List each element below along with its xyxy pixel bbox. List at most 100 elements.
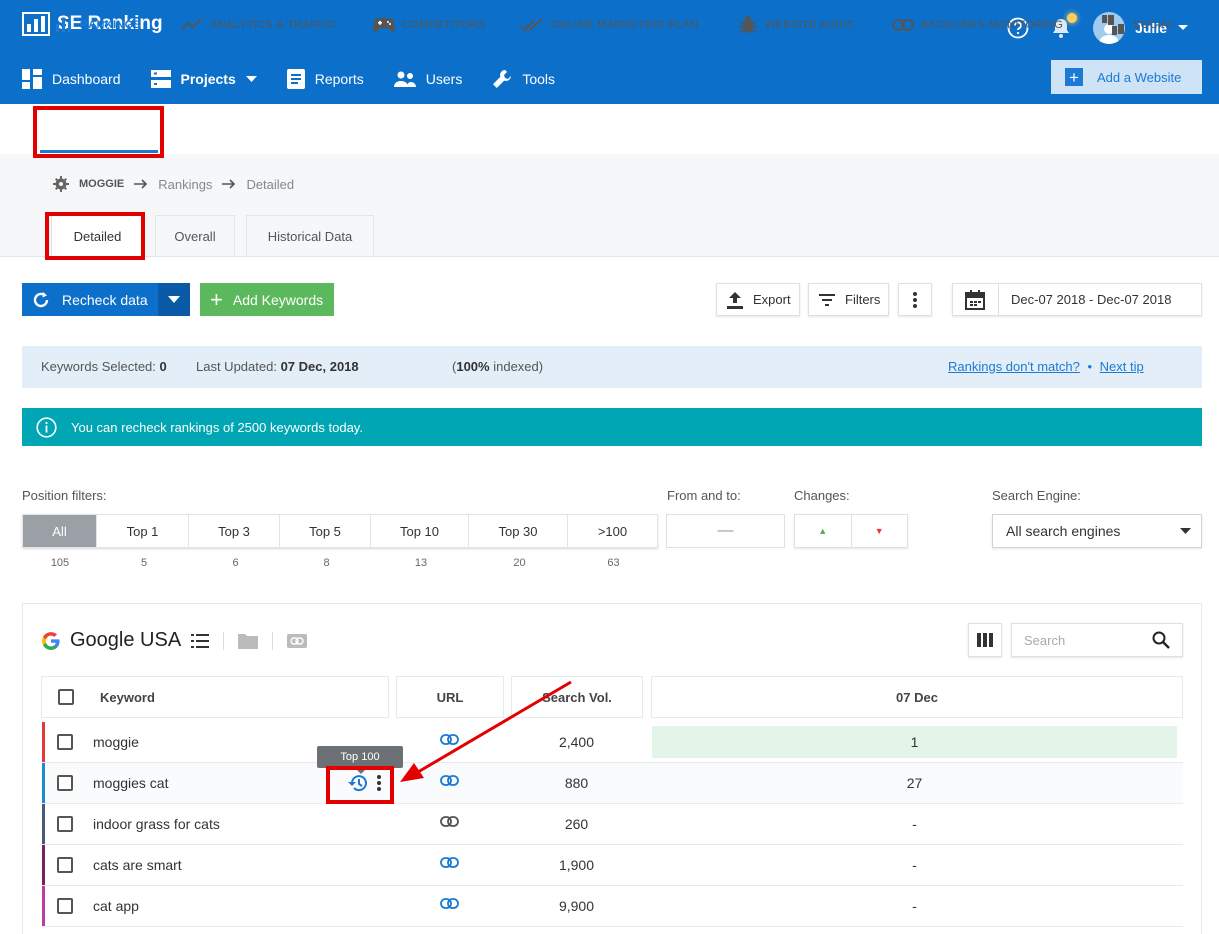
tab-marketing-plan[interactable]: ONLINE MARKETING PLAN xyxy=(520,0,699,50)
add-website-button[interactable]: + Add a Website xyxy=(1051,60,1202,94)
tab-competitors[interactable]: COMPETITORS xyxy=(373,0,486,50)
plus-icon: + xyxy=(1065,68,1083,86)
chevron-down-icon xyxy=(245,75,257,83)
table-row[interactable]: moggies cat 880 27 xyxy=(42,763,1183,804)
tab-marketing-plan-label: ONLINE MARKETING PLAN xyxy=(551,19,699,31)
bar-chart-icon xyxy=(55,18,73,32)
recheck-dropdown-toggle[interactable] xyxy=(158,283,190,316)
row-checkbox[interactable] xyxy=(57,734,73,750)
keyword-cell[interactable]: moggies cat xyxy=(93,775,168,791)
module-nav xyxy=(0,104,1219,154)
notification-dot xyxy=(1067,13,1078,23)
next-tip-link[interactable]: Next tip xyxy=(1100,359,1144,374)
position-filter-all[interactable]: All xyxy=(23,515,97,547)
keyword-cell[interactable]: cat app xyxy=(93,898,139,914)
changes-label: Changes: xyxy=(794,488,850,503)
projects-icon xyxy=(150,70,171,88)
recheck-notice: You can recheck rankings of 2500 keyword… xyxy=(22,408,1202,446)
rankings-mismatch-link[interactable]: Rankings don't match? xyxy=(948,359,1080,374)
change-up-button[interactable]: ▲ xyxy=(795,515,852,547)
keywords-info-bar: Keywords Selected: 0 Last Updated: 07 De… xyxy=(22,346,1202,388)
breadcrumb-project[interactable]: MOGGIE xyxy=(79,178,124,190)
row-checkbox[interactable] xyxy=(57,857,73,873)
row-color-bar xyxy=(42,763,45,803)
nav-users[interactable]: Users xyxy=(393,71,462,87)
more-options-button[interactable] xyxy=(898,283,932,316)
nav-tools[interactable]: Tools xyxy=(492,69,555,89)
link-tag-icon[interactable] xyxy=(287,633,308,648)
position-filter-top30[interactable]: Top 30 xyxy=(469,515,568,547)
tooltip: Top 100 xyxy=(317,746,403,774)
tab-social[interactable]: SOCIAL xyxy=(1100,0,1175,50)
select-all-checkbox[interactable] xyxy=(58,689,74,705)
from-to-input[interactable]: — xyxy=(666,514,785,548)
engine-title: Google USA xyxy=(42,629,308,652)
table-row[interactable]: indoor grass for cats 260 - xyxy=(42,804,1183,845)
keyword-cell[interactable]: cats are smart xyxy=(93,857,182,873)
position-filter-top10[interactable]: Top 10 xyxy=(371,515,469,547)
search-icon[interactable] xyxy=(1152,631,1170,649)
row-checkbox[interactable] xyxy=(57,898,73,914)
nav-projects-label: Projects xyxy=(180,71,236,87)
tab-overall[interactable]: Overall xyxy=(155,215,235,257)
divider xyxy=(223,631,225,650)
position-filter-top1[interactable]: Top 1 xyxy=(97,515,189,547)
column-keyword[interactable]: Keyword xyxy=(41,676,389,718)
tab-backlinks[interactable]: BACKLINKS MONITORING xyxy=(892,0,1063,50)
gear-icon[interactable] xyxy=(53,176,69,192)
date-range-picker[interactable]: Dec-07 2018 - Dec-07 2018 xyxy=(952,283,1202,316)
arrow-right-icon xyxy=(134,179,148,189)
url-link-icon[interactable] xyxy=(440,775,459,786)
selected-value: 0 xyxy=(159,359,167,374)
row-color-bar xyxy=(42,845,45,885)
refresh-icon xyxy=(32,291,50,309)
keyword-search[interactable]: Search xyxy=(1011,623,1183,657)
tab-website-audit[interactable]: WEBSITE AUDIT xyxy=(738,0,854,50)
tab-website-audit-label: WEBSITE AUDIT xyxy=(765,19,854,31)
folder-icon[interactable] xyxy=(238,633,259,649)
reports-icon xyxy=(286,69,305,89)
change-down-button[interactable]: ▼ xyxy=(852,515,908,547)
search-engine-select[interactable]: All search engines xyxy=(992,514,1202,548)
table-row[interactable]: moggie 2,400 1 xyxy=(42,722,1183,763)
list-view-icon[interactable] xyxy=(191,633,210,648)
filters-button[interactable]: Filters xyxy=(808,283,889,316)
volume-cell: 880 xyxy=(564,775,589,791)
tab-rankings[interactable]: RANKINGS xyxy=(55,0,141,50)
column-search-volume[interactable]: Search Vol. xyxy=(511,676,643,718)
url-link-icon[interactable] xyxy=(440,734,459,745)
changes-filter: ▲ ▼ xyxy=(794,514,908,548)
position-filter-over100[interactable]: >100 xyxy=(568,515,657,547)
url-link-icon[interactable] xyxy=(440,857,459,868)
add-keywords-button[interactable]: + Add Keywords xyxy=(200,283,334,316)
upload-icon xyxy=(727,291,743,309)
url-link-icon[interactable] xyxy=(440,898,459,909)
position-filter-top5[interactable]: Top 5 xyxy=(280,515,371,547)
more-vertical-icon xyxy=(913,291,917,308)
nav-dashboard[interactable]: Dashboard xyxy=(22,69,121,89)
indexed-suffix: indexed) xyxy=(493,359,544,374)
keyword-cell[interactable]: indoor grass for cats xyxy=(93,816,220,832)
position-filter-top3[interactable]: Top 3 xyxy=(189,515,280,547)
keyword-cell[interactable]: moggie xyxy=(93,734,139,750)
url-link-icon[interactable] xyxy=(440,816,459,827)
export-button[interactable]: Export xyxy=(716,283,800,316)
columns-icon xyxy=(977,633,993,647)
count-top3: 6 xyxy=(232,557,239,569)
nav-reports[interactable]: Reports xyxy=(286,69,364,89)
user-menu-caret-icon[interactable] xyxy=(1177,24,1189,32)
nav-projects[interactable]: Projects xyxy=(150,70,257,88)
column-date[interactable]: 07 Dec xyxy=(651,676,1183,718)
table-row[interactable]: cats are smart 1,900 - xyxy=(42,845,1183,886)
columns-button[interactable] xyxy=(968,623,1002,657)
recheck-data-main[interactable]: Recheck data xyxy=(22,291,158,309)
row-checkbox[interactable] xyxy=(57,816,73,832)
table-row[interactable]: cat app 9,900 - xyxy=(42,886,1183,927)
count-top5: 8 xyxy=(323,557,330,569)
recheck-data-button[interactable]: Recheck data xyxy=(22,283,190,316)
row-checkbox[interactable] xyxy=(57,775,73,791)
tab-analytics[interactable]: ANALYTICS & TRAFFIC xyxy=(181,0,336,50)
tab-historical-data[interactable]: Historical Data xyxy=(246,215,374,257)
column-url[interactable]: URL xyxy=(396,676,504,718)
breadcrumb-section[interactable]: Rankings xyxy=(158,177,212,192)
